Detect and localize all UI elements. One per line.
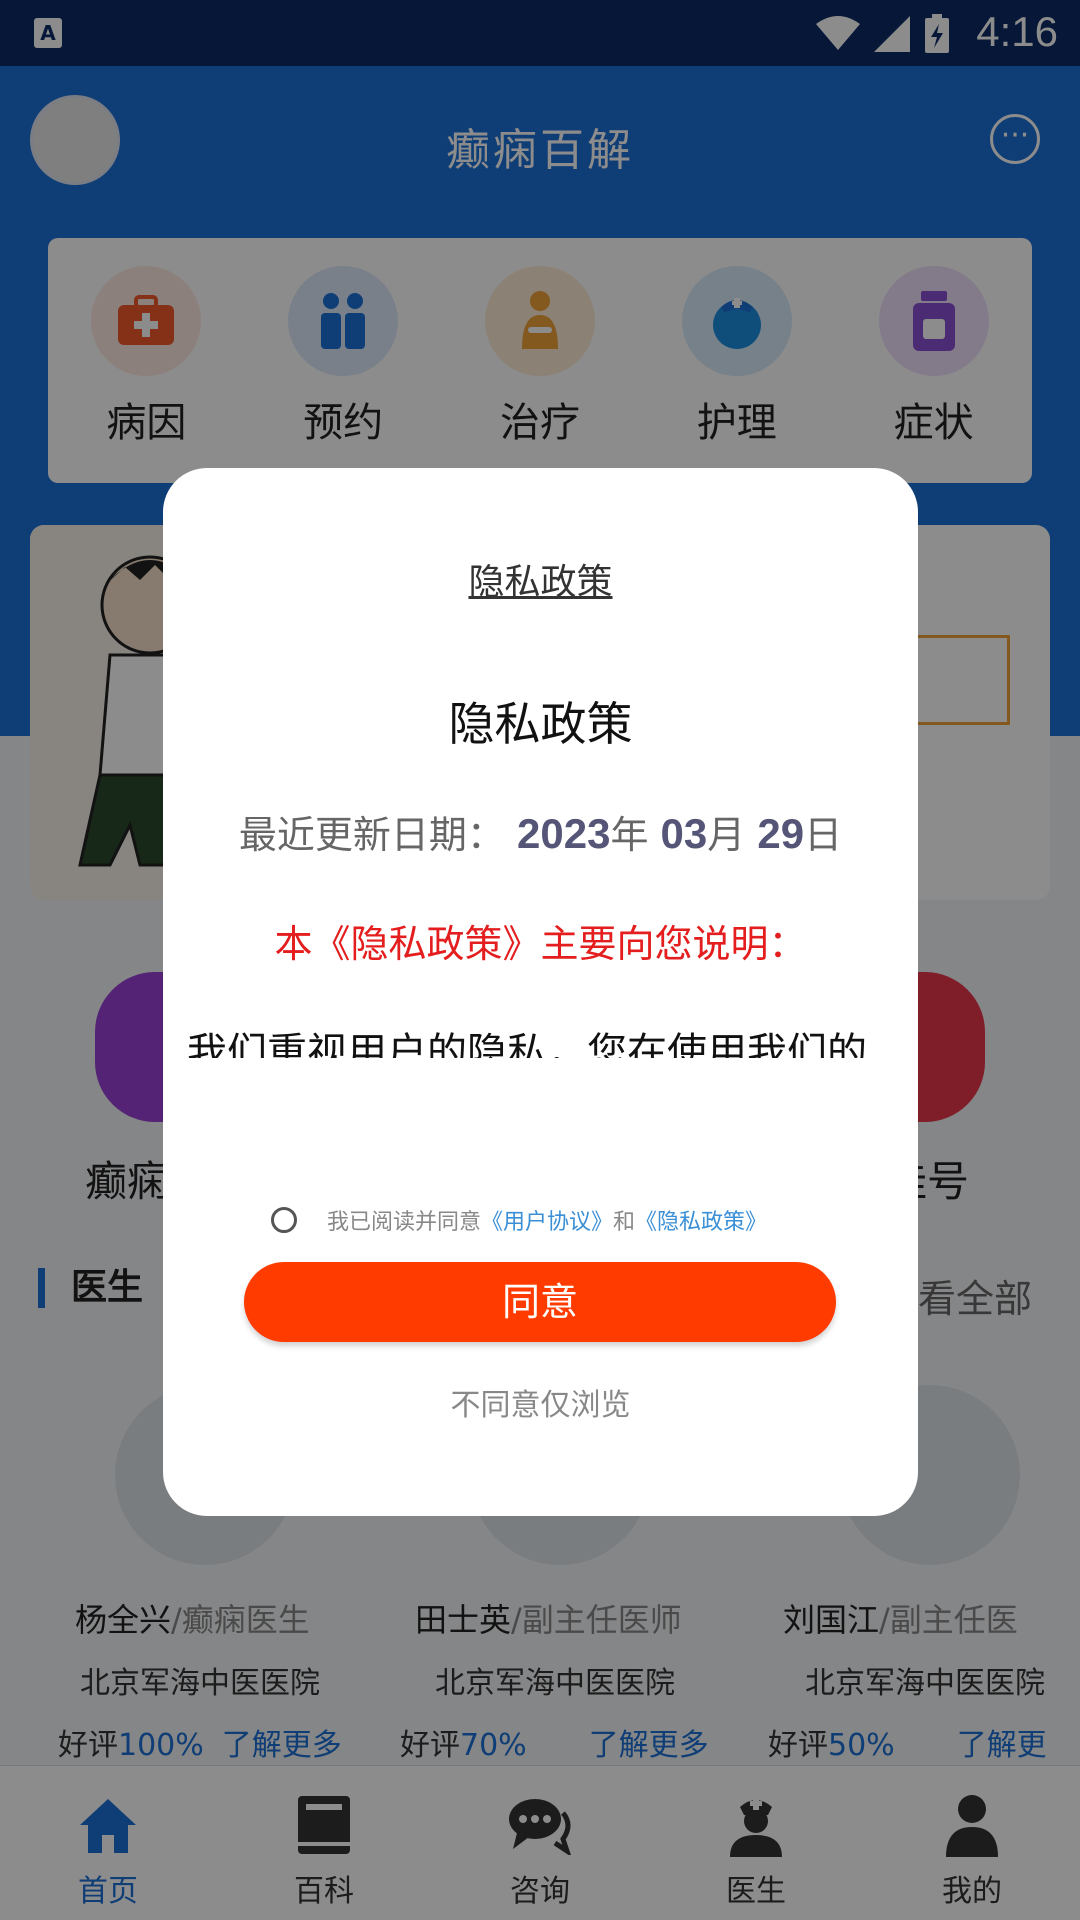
date-day: 29 — [757, 810, 805, 857]
date-year-unit: 年 — [610, 813, 649, 857]
consent-checkbox[interactable] — [271, 1207, 297, 1233]
agree-button[interactable]: 同意 — [244, 1262, 836, 1342]
date-year: 2023 — [517, 810, 611, 857]
privacy-policy-link[interactable]: 《隐私政策》 — [635, 1204, 767, 1236]
consent-and: 和 — [613, 1210, 636, 1235]
policy-paragraph-partial: 我们重视用户的隐私，您在使用我们的 — [187, 1030, 867, 1058]
date-month: 03 — [660, 810, 708, 857]
policy-intro-heading: 本《隐私政策》主要向您说明： — [274, 922, 807, 966]
date-month-unit: 月 — [707, 813, 746, 857]
dialog-header-title: 隐私政策 — [468, 562, 613, 603]
date-label: 最近更新日期： — [238, 813, 505, 857]
consent-row: 我已阅读并同意 《用户协议》 和 《隐私政策》 — [271, 1200, 767, 1240]
policy-update-date: 最近更新日期： 2023年 03月 29日 — [183, 804, 898, 859]
disagree-browse-button[interactable]: 不同意仅浏览 — [163, 1380, 918, 1424]
privacy-policy-dialog: 隐私政策 隐私政策 最近更新日期： 2023年 03月 29日 本《隐私政策》主… — [163, 468, 918, 1516]
user-agreement-link[interactable]: 《用户协议》 — [481, 1204, 613, 1236]
policy-scroll-area[interactable]: 隐私政策 最近更新日期： 2023年 03月 29日 本《隐私政策》主要向您说明… — [183, 688, 898, 1058]
date-day-unit: 日 — [804, 813, 843, 857]
policy-title: 隐私政策 — [448, 697, 633, 751]
consent-prefix: 我已阅读并同意 — [327, 1210, 482, 1235]
